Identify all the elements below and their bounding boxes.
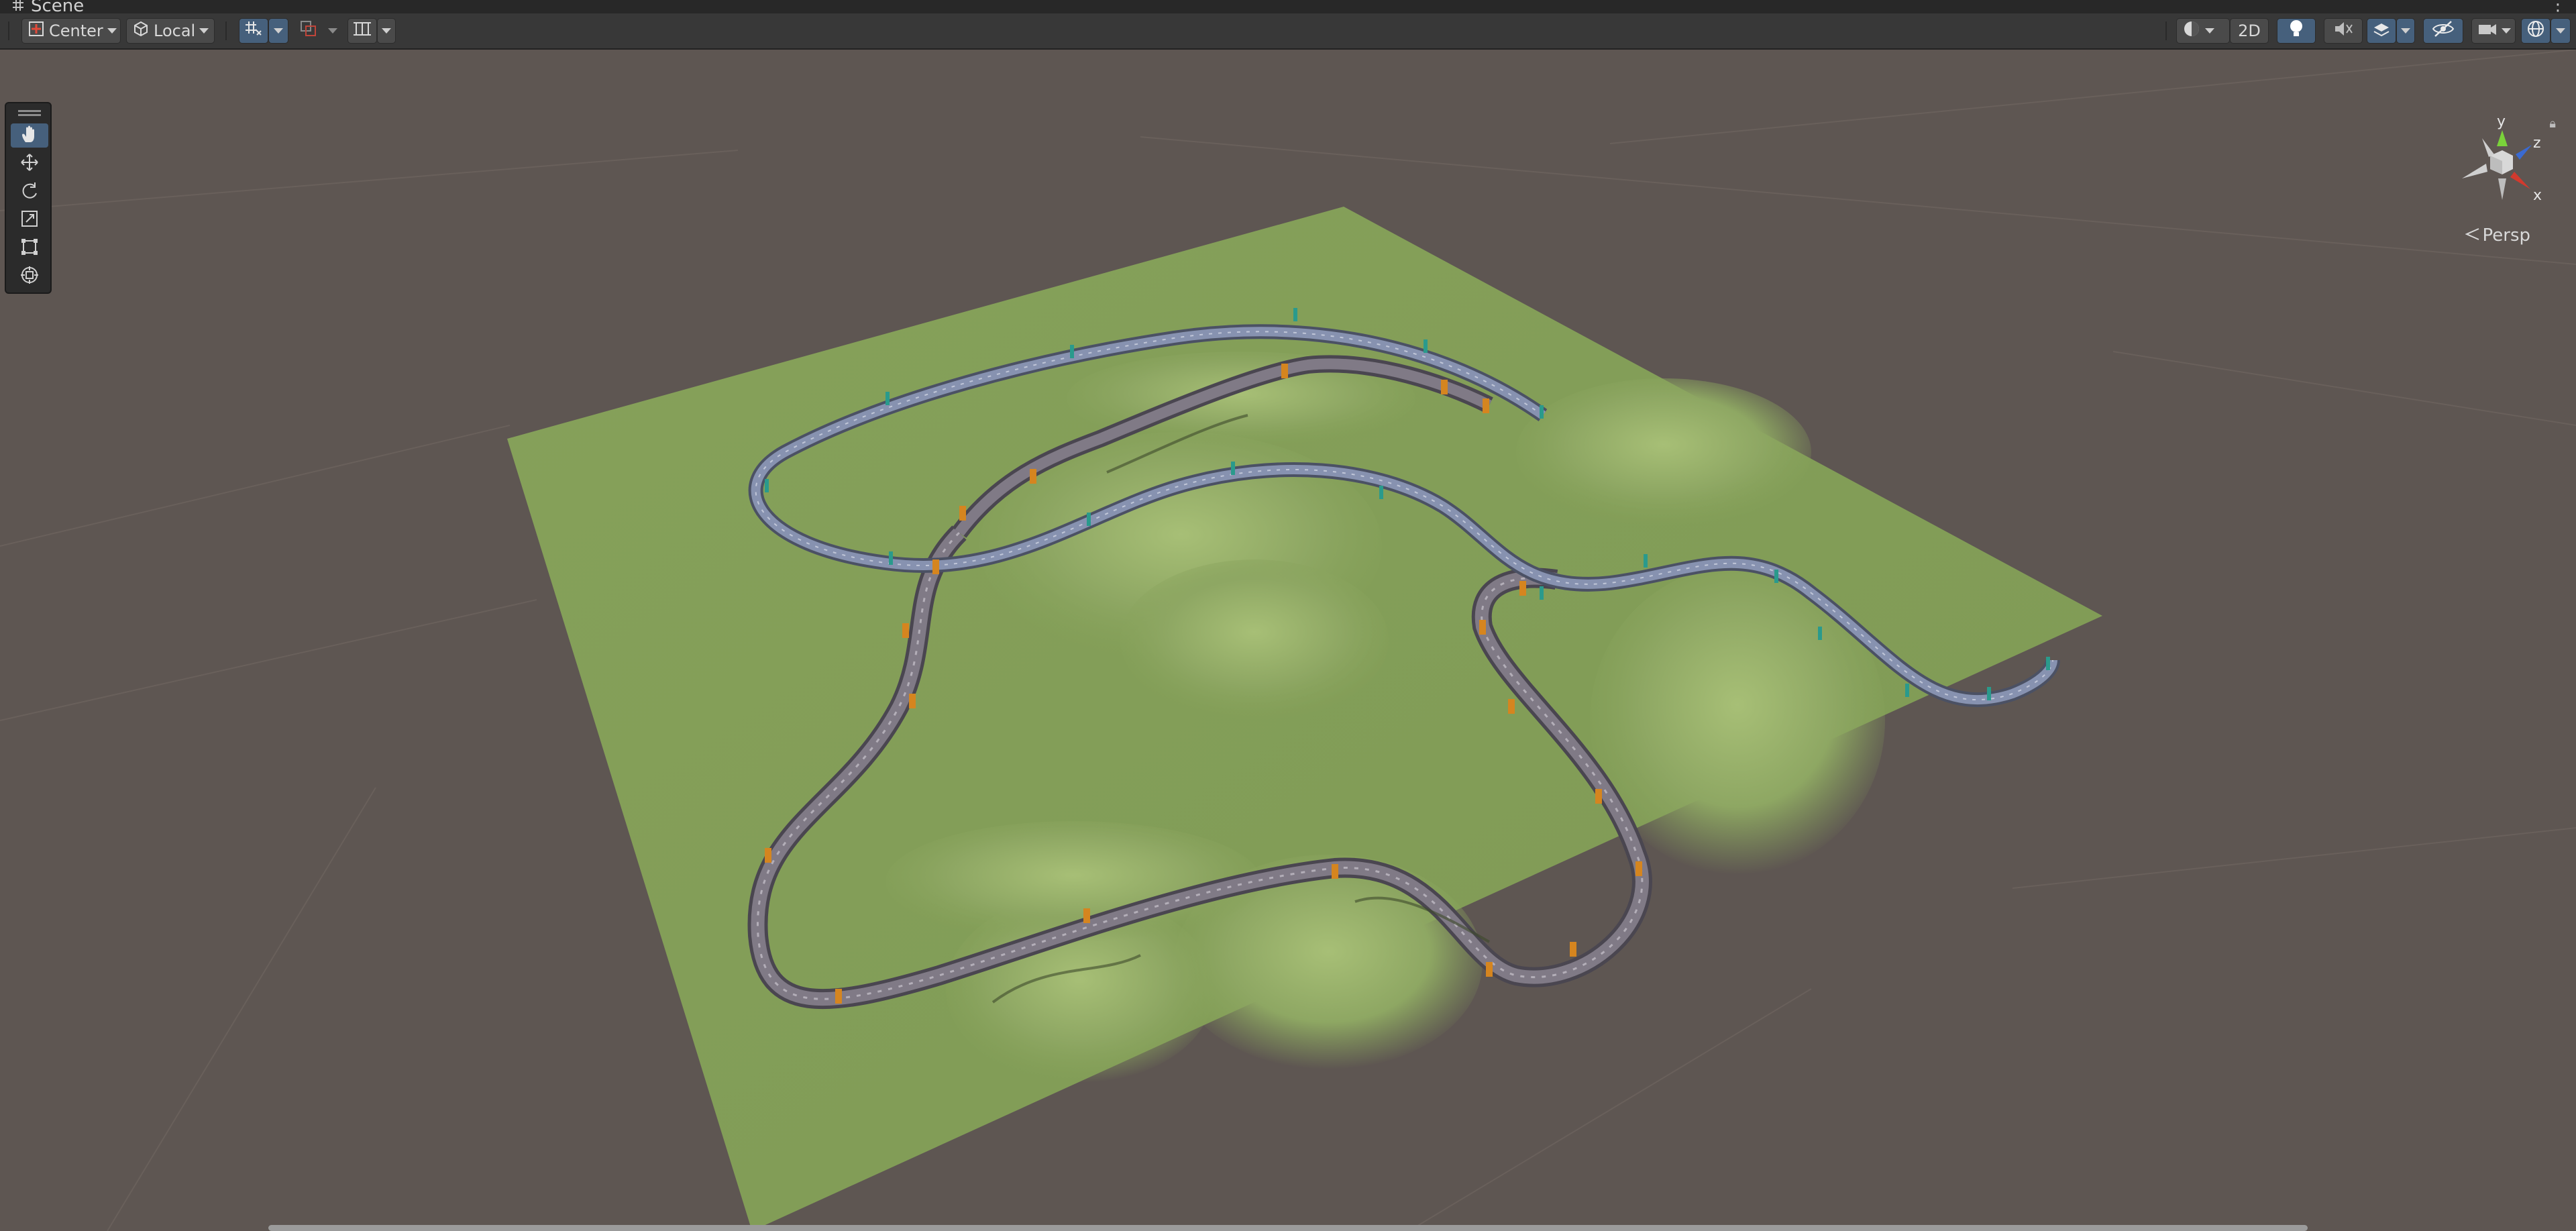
transform-tool-button[interactable] [11, 264, 48, 288]
scene-toolbar: Center Local 2D [0, 13, 2576, 50]
scene-viewport[interactable]: y z x 🔒︎ Persp [0, 50, 2576, 1231]
audio-icon [2333, 19, 2353, 42]
hidden-objects-toggle[interactable] [2423, 18, 2463, 44]
lock-icon[interactable]: 🔒︎ [2549, 117, 2556, 131]
orientation-gizmo[interactable]: y z x 🔒︎ [2449, 113, 2556, 215]
chevron-down-icon [2401, 28, 2410, 34]
move-tool-button[interactable] [11, 152, 48, 176]
move-icon [20, 153, 39, 174]
grid-visibility-dropdown[interactable] [377, 18, 396, 44]
horizontal-scrollbar[interactable] [268, 1225, 2308, 1231]
hidden-objects-icon [2432, 20, 2455, 42]
gizmos-dropdown[interactable] [2551, 18, 2571, 44]
projection-toggle[interactable]: Persp [2465, 225, 2531, 246]
effects-icon [2371, 19, 2392, 42]
chevron-down-icon [274, 28, 283, 34]
rotate-icon [20, 181, 39, 203]
chevron-down-icon [199, 28, 209, 34]
chevron-down-icon [2205, 28, 2214, 34]
camera-icon [2477, 21, 2498, 41]
gizmos-icon [2526, 19, 2545, 42]
grid-snap-dropdown[interactable] [268, 18, 288, 44]
shading-mode-icon [2182, 19, 2201, 42]
pivot-mode-label: Center [49, 21, 103, 40]
pivot-center-icon [28, 20, 45, 42]
gizmo-axis-y-label: y [2497, 114, 2506, 130]
grid-snap-toggle[interactable] [239, 18, 268, 44]
lighting-toggle[interactable] [2277, 18, 2316, 44]
rect-tool-button[interactable] [11, 236, 48, 260]
tools-overlay [5, 102, 52, 294]
gizmo-axes [2462, 130, 2532, 200]
hand-icon [20, 125, 39, 146]
pivot-space-label: Local [154, 21, 196, 40]
gizmo-axis-z-label: z [2533, 135, 2541, 152]
toolbar-grip [8, 21, 9, 40]
scene-tab-bar: Scene ⋮ [0, 0, 2576, 16]
hand-tool-button[interactable] [11, 123, 48, 148]
chevron-down-icon [382, 28, 391, 34]
perspective-icon [2465, 225, 2480, 246]
scene-render[interactable] [0, 50, 2576, 1231]
scale-icon [20, 209, 39, 231]
transform-icon [20, 266, 39, 287]
view-2d-label: 2D [2238, 21, 2261, 40]
effects-toggle[interactable] [2367, 18, 2396, 44]
gizmos-toggle[interactable] [2521, 18, 2551, 44]
gizmo-axis-x-label: x [2533, 187, 2542, 204]
shading-mode-dropdown[interactable] [2176, 18, 2230, 44]
chevron-down-icon [107, 28, 117, 34]
toolbar-separator [2165, 21, 2167, 40]
kebab-menu-icon[interactable]: ⋮ [2549, 0, 2567, 15]
overlay-grip-icon[interactable] [18, 110, 41, 112]
scale-tool-button[interactable] [11, 208, 48, 232]
grid-snap-icon [244, 19, 263, 42]
pivot-space-dropdown[interactable]: Local [126, 18, 215, 44]
grid-visibility-toggle[interactable] [347, 18, 377, 44]
rect-transform-icon [20, 237, 39, 259]
projection-label: Persp [2482, 225, 2531, 246]
camera-settings-dropdown[interactable] [2471, 18, 2516, 44]
grid-visibility-icon [352, 20, 372, 42]
rotate-tool-button[interactable] [11, 180, 48, 204]
increment-snap-dropdown[interactable] [323, 18, 342, 44]
local-space-icon [132, 20, 150, 42]
increment-snap-toggle[interactable] [294, 18, 323, 44]
effects-dropdown[interactable] [2396, 18, 2415, 44]
chevron-down-icon [2556, 28, 2565, 34]
toolbar-separator [225, 21, 227, 40]
audio-toggle[interactable] [2324, 18, 2363, 44]
increment-snap-icon [299, 19, 318, 42]
lighting-icon [2288, 19, 2304, 43]
pivot-mode-dropdown[interactable]: Center [21, 18, 121, 44]
chevron-down-icon [328, 28, 337, 34]
chevron-down-icon [2502, 28, 2511, 34]
view-2d-toggle[interactable]: 2D [2230, 18, 2269, 44]
